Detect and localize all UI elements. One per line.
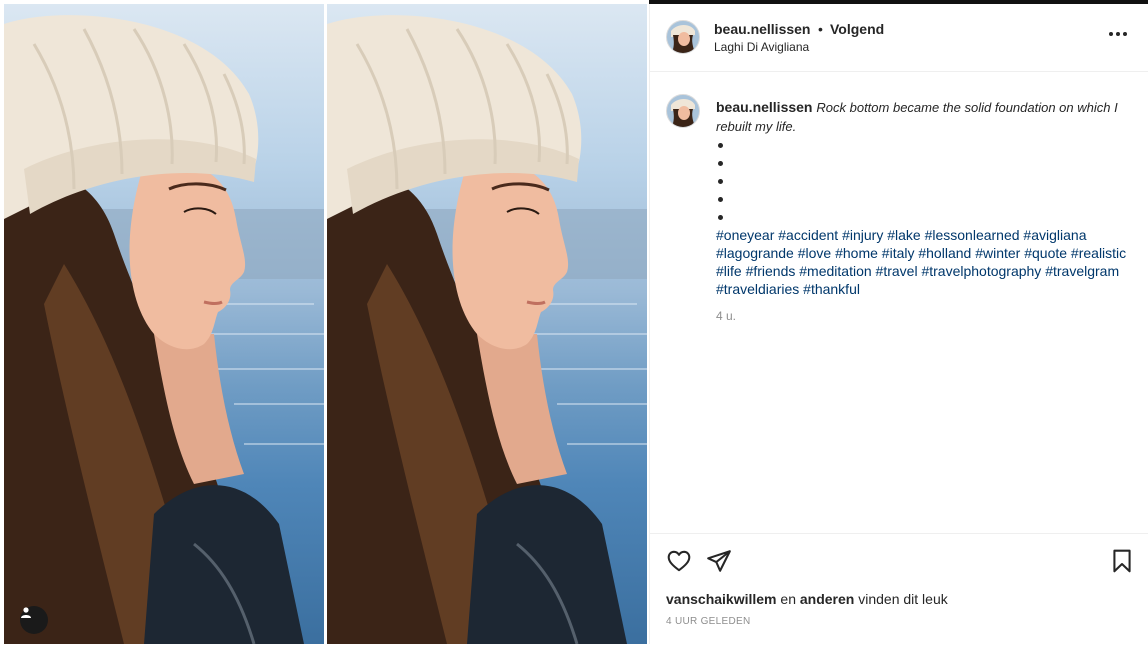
paper-plane-icon[interactable]: [706, 548, 732, 574]
user-tag-icon: [21, 607, 31, 618]
bookmark-outline-icon[interactable]: [1109, 548, 1135, 574]
post-photo-left: [4, 4, 324, 644]
post-header: beau.nellissen • Volgend Laghi Di Avigli…: [650, 4, 1148, 72]
caption-time: 4 u.: [716, 309, 737, 323]
more-dots-icon: [1109, 32, 1113, 36]
header-separator: •: [818, 21, 823, 37]
author-avatar[interactable]: [666, 20, 700, 54]
likes-summary[interactable]: vanschaikwillem en anderen vinden dit le…: [666, 591, 948, 607]
more-options-button[interactable]: [1109, 28, 1129, 40]
heart-outline-icon[interactable]: [666, 548, 692, 574]
post-media[interactable]: [0, 0, 649, 644]
caption-bullet-list: [716, 136, 1131, 226]
follow-status-button[interactable]: Volgend: [830, 21, 884, 37]
post-caption: beau.nellissen Rock bottom became the so…: [716, 98, 1131, 298]
post-location[interactable]: Laghi Di Avigliana: [714, 40, 809, 54]
post-side-panel: beau.nellissen • Volgend Laghi Di Avigli…: [649, 4, 1148, 644]
author-username[interactable]: beau.nellissen: [714, 21, 810, 37]
liked-by-user[interactable]: vanschaikwillem: [666, 591, 777, 607]
liked-by-suffix: vinden dit leuk: [858, 591, 948, 607]
bullet-item: [716, 136, 1131, 154]
post-photo-right: [327, 4, 647, 644]
bullet-item: [716, 172, 1131, 190]
liked-by-others[interactable]: anderen: [800, 591, 854, 607]
bullet-item: [716, 154, 1131, 172]
bullet-item: [716, 190, 1131, 208]
bullet-item: [716, 208, 1131, 226]
post-timestamp[interactable]: 4 UUR GELEDEN: [666, 616, 750, 627]
post-actions: vanschaikwillem en anderen vinden dit le…: [650, 533, 1148, 645]
caption-author-avatar[interactable]: [666, 94, 700, 128]
caption-username[interactable]: beau.nellissen: [716, 99, 812, 115]
tagged-users-button[interactable]: [20, 606, 48, 634]
caption-hashtags[interactable]: #oneyear #accident #injury #lake #lesson…: [716, 226, 1131, 298]
liked-by-connector: en: [780, 591, 796, 607]
